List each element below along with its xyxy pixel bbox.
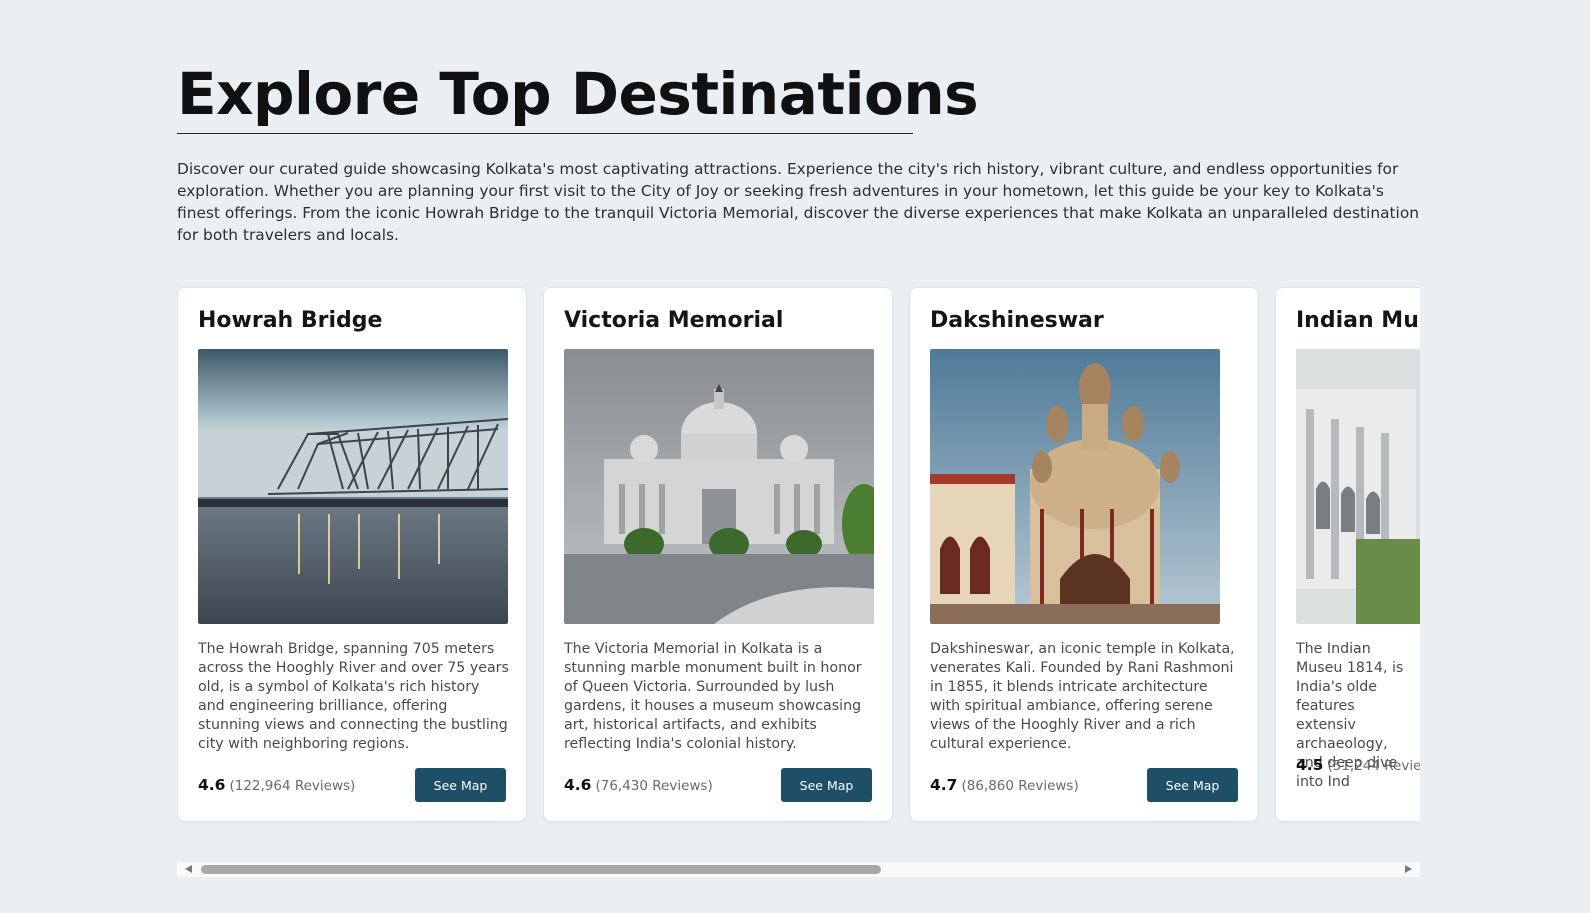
rating-score: 4.6: [198, 776, 226, 794]
scroll-right-arrow-icon[interactable]: [1405, 865, 1412, 873]
rating: 4.6 (76,430 Reviews): [564, 776, 713, 794]
review-count: (51,244 Review: [1327, 758, 1420, 774]
rating-score: 4.5: [1296, 756, 1324, 774]
destination-card-dakshineswar: Dakshineswar Dakshineswar, an iconic tem…: [909, 287, 1259, 822]
card-description: The Victoria Memorial in Kolkata is a st…: [564, 641, 862, 752]
indian-museum-image: [1296, 349, 1420, 624]
horizontal-scrollbar[interactable]: [177, 862, 1420, 877]
destination-card-howrah-bridge: Howrah Bridge The Howrah Bridge, spannin…: [177, 287, 527, 822]
see-map-button[interactable]: See Map: [1147, 768, 1238, 802]
review-count: (86,860 Reviews): [961, 778, 1079, 794]
intro-paragraph: Discover our curated guide showcasing Ko…: [177, 160, 1419, 244]
destination-card-indian-museum: Indian Muse: [1275, 287, 1420, 822]
destination-card-victoria-memorial: Victoria Memorial The Victoria Memorial …: [543, 287, 893, 822]
scrollbar-thumb[interactable]: [201, 865, 881, 874]
card-title: Victoria Memorial: [564, 308, 784, 333]
review-count: (76,430 Reviews): [595, 778, 713, 794]
card-title: Dakshineswar: [930, 308, 1104, 333]
victoria-memorial-image: [564, 349, 874, 624]
see-map-button[interactable]: See Map: [415, 768, 506, 802]
destinations-carousel[interactable]: Howrah Bridge The Howrah Bridge, spannin…: [177, 287, 1420, 827]
howrah-bridge-image: [198, 349, 508, 624]
card-description: The Howrah Bridge, spanning 705 meters a…: [198, 641, 509, 752]
card-title: Howrah Bridge: [198, 308, 383, 333]
title-underline: [177, 133, 913, 134]
dakshineswar-image: [930, 349, 1220, 624]
review-count: (122,964 Reviews): [229, 778, 356, 794]
rating: 4.6 (122,964 Reviews): [198, 776, 355, 794]
see-map-button[interactable]: See Map: [781, 768, 872, 802]
rating-score: 4.6: [564, 776, 592, 794]
page-title: Explore Top Destinations: [177, 60, 979, 128]
rating-score: 4.7: [930, 776, 958, 794]
card-description: Dakshineswar, an iconic temple in Kolkat…: [930, 641, 1235, 752]
rating: 4.7 (86,860 Reviews): [930, 776, 1079, 794]
scroll-left-arrow-icon[interactable]: [185, 865, 192, 873]
destinations-track: Howrah Bridge The Howrah Bridge, spannin…: [177, 287, 1420, 822]
card-title: Indian Muse: [1296, 308, 1420, 333]
rating: 4.5(51,244 Review: [1296, 756, 1420, 774]
